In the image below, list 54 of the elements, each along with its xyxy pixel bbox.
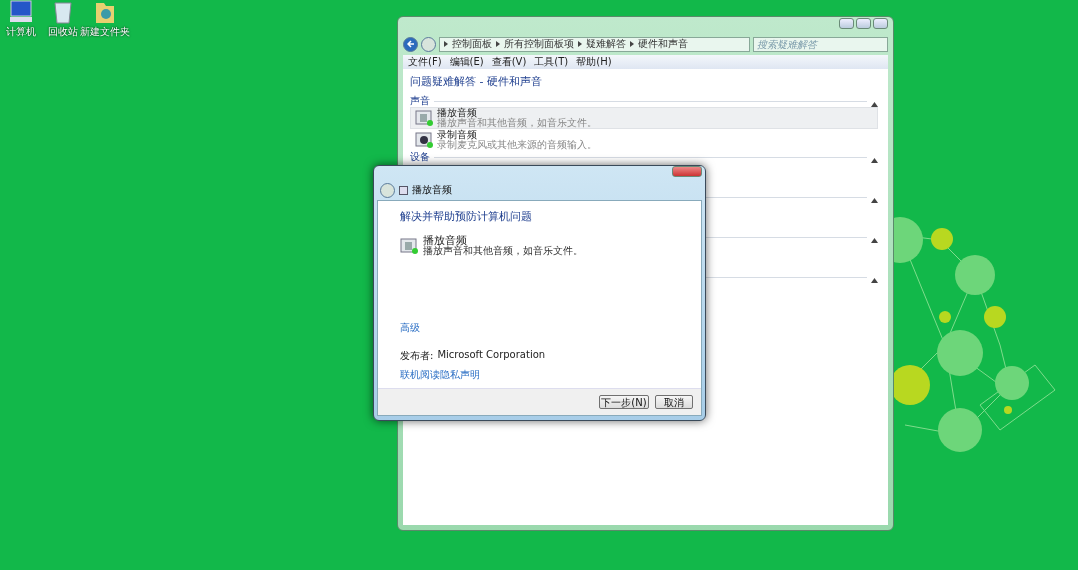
menu-item[interactable]: 查看(V): [491, 55, 527, 69]
breadcrumb-arrow-icon: [496, 41, 500, 47]
breadcrumb[interactable]: 疑难解答: [586, 37, 626, 51]
menu-item[interactable]: 工具(T): [534, 55, 569, 69]
collapse-chevron-icon[interactable]: [871, 277, 878, 283]
speaker-icon: [400, 238, 418, 254]
close-button[interactable]: [873, 18, 888, 29]
dialog-title: 播放音频: [412, 183, 452, 197]
menu-item[interactable]: 文件(F): [408, 55, 442, 69]
speaker-icon: [415, 110, 433, 126]
troubleshooter-item[interactable]: 播放音频 播放声音和其他音频，如音乐文件。: [410, 107, 878, 129]
troubleshooter-icon: [399, 185, 408, 195]
address-bar[interactable]: 控制面板 所有控制面板项 疑难解答 硬件和声音: [439, 36, 750, 52]
section-title: 设备: [410, 150, 430, 164]
privacy-link[interactable]: 联机阅读隐私声明: [400, 369, 480, 380]
minimize-button[interactable]: [839, 18, 854, 29]
folder-icon: [94, 0, 116, 24]
advanced-link[interactable]: 高级: [400, 322, 420, 333]
back-button[interactable]: [403, 36, 418, 52]
item-title: 录制音频: [437, 130, 478, 140]
computer-icon: [8, 0, 34, 24]
collapse-chevron-icon[interactable]: [871, 101, 878, 107]
close-button[interactable]: [672, 166, 702, 177]
back-button[interactable]: [380, 182, 395, 198]
cancel-button[interactable]: 取消: [655, 395, 693, 409]
breadcrumb-arrow-icon: [578, 41, 582, 47]
breadcrumb[interactable]: 控制面板: [452, 37, 492, 51]
search-field[interactable]: 搜索疑难解答: [753, 36, 888, 52]
breadcrumb-arrow-icon: [630, 41, 634, 47]
item-title: 播放音频: [423, 236, 467, 246]
dialog-heading: 解决并帮助预防计算机问题: [400, 209, 533, 224]
microphone-icon: [415, 132, 433, 148]
collapse-chevron-icon[interactable]: [871, 237, 878, 243]
breadcrumb[interactable]: 所有控制面板项: [504, 37, 574, 51]
troubleshooter-item[interactable]: 录制音频 录制麦克风或其他来源的音频输入。: [410, 129, 878, 151]
breadcrumb[interactable]: 硬件和声音: [638, 37, 688, 51]
item-description: 录制麦克风或其他来源的音频输入。: [437, 140, 597, 150]
item-description: 播放声音和其他音频，如音乐文件。: [437, 118, 597, 128]
collapse-chevron-icon[interactable]: [871, 197, 878, 203]
next-button[interactable]: 下一步(N): [599, 395, 649, 409]
menu-item[interactable]: 编辑(E): [449, 55, 484, 69]
section-title: 声音: [410, 94, 430, 108]
publisher-name: Microsoft Corporation: [437, 349, 546, 362]
forward-button[interactable]: [421, 36, 436, 52]
collapse-chevron-icon[interactable]: [871, 157, 878, 163]
publisher-label: 发布者:: [400, 349, 434, 363]
recycle-bin-icon: [52, 0, 74, 24]
menu-item[interactable]: 帮助(H): [576, 55, 612, 69]
breadcrumb-arrow-icon: [444, 41, 448, 47]
item-description: 播放声音和其他音频，如音乐文件。: [423, 246, 583, 256]
back-arrow-icon: [406, 40, 415, 48]
page-heading: 问题疑难解答 - 硬件和声音: [410, 74, 543, 89]
maximize-button[interactable]: [856, 18, 871, 29]
item-title: 播放音频: [437, 108, 477, 118]
